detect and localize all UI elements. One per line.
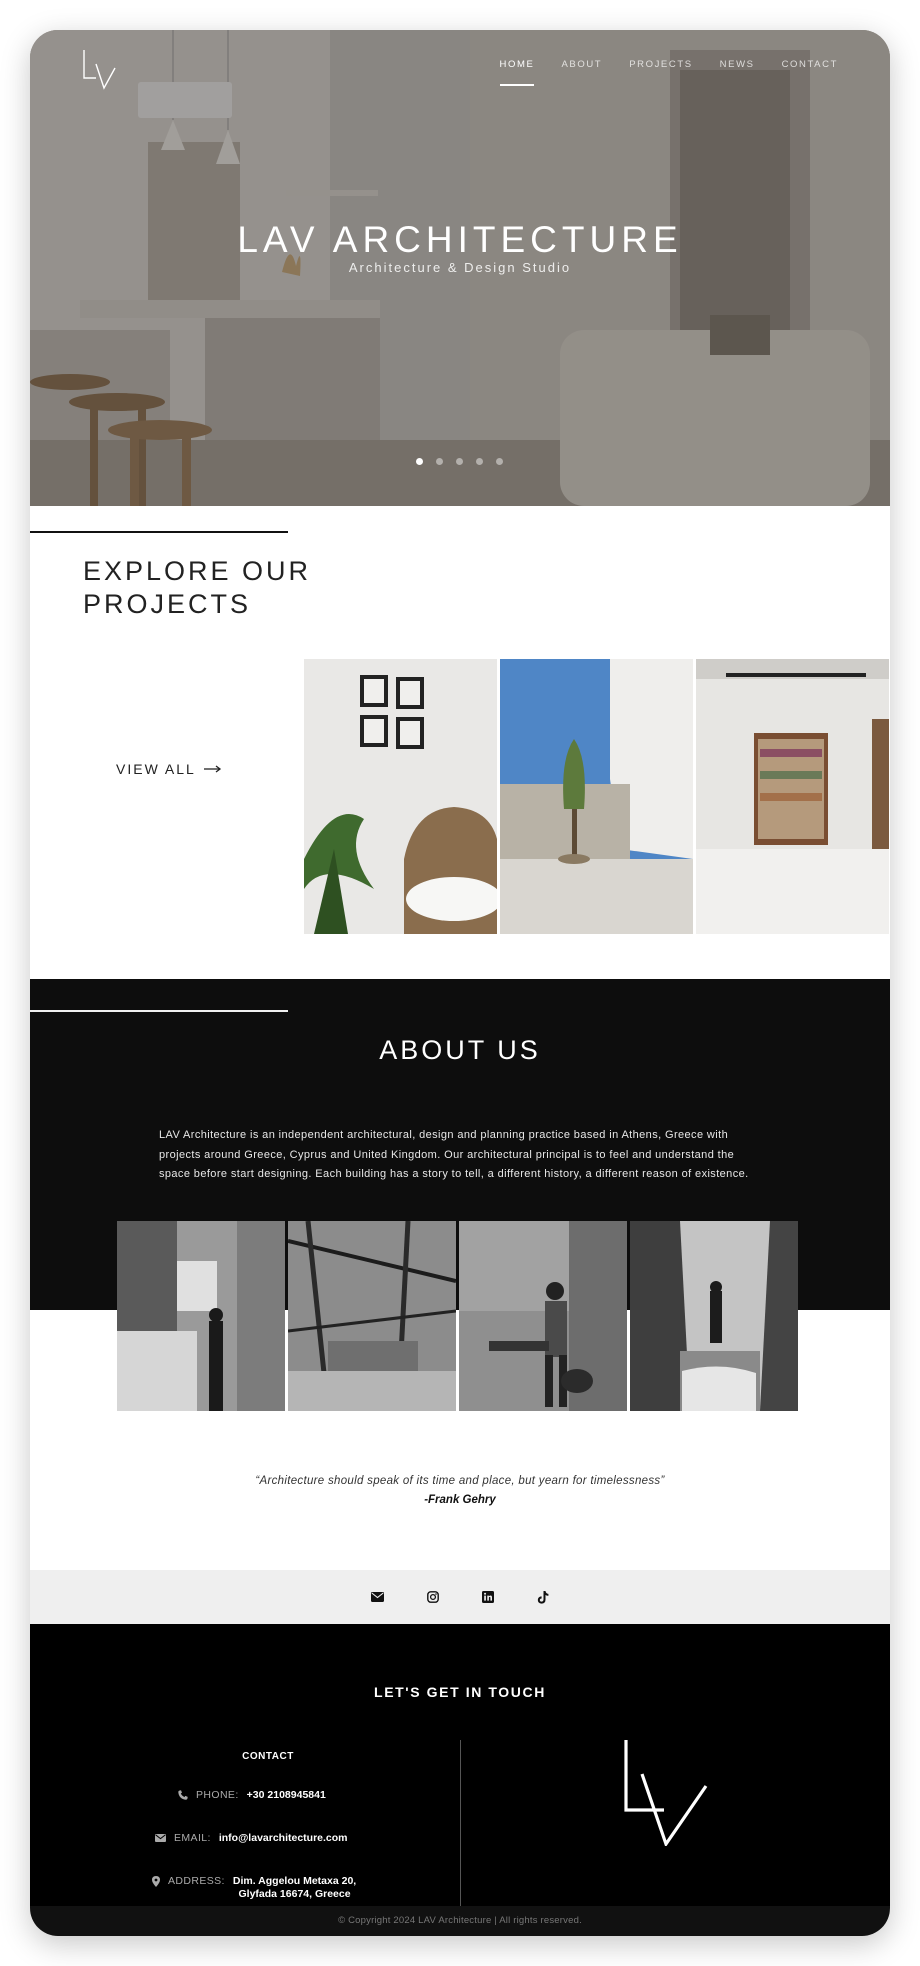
copyright-text: © Copyright 2024 LAV Architecture | All … bbox=[30, 1906, 890, 1936]
address-value: Dim. Aggelou Metaxa 20, Glyfada 16674, G… bbox=[233, 1875, 356, 1901]
gallery-photo-4 bbox=[630, 1221, 798, 1411]
section-divider bbox=[30, 531, 288, 533]
envelope-icon[interactable] bbox=[370, 1590, 385, 1605]
slide-dot-5[interactable] bbox=[496, 458, 503, 465]
about-gallery bbox=[117, 1221, 798, 1411]
slide-dot-4[interactable] bbox=[476, 458, 483, 465]
gallery-photo-3 bbox=[459, 1221, 627, 1411]
instagram-icon[interactable] bbox=[425, 1590, 440, 1605]
phone-label: PHONE: bbox=[196, 1789, 239, 1801]
quote-author: -Frank Gehry bbox=[424, 1494, 496, 1506]
project-thumbnails bbox=[304, 659, 889, 934]
email-value[interactable]: info@lavarchitecture.com bbox=[219, 1832, 348, 1844]
slide-dot-3[interactable] bbox=[456, 458, 463, 465]
envelope-icon bbox=[155, 1834, 166, 1842]
email-label: EMAIL: bbox=[174, 1832, 211, 1844]
nav-item-home[interactable]: HOME bbox=[499, 59, 535, 86]
footer-divider bbox=[460, 1740, 461, 1916]
slider-dots bbox=[416, 458, 503, 465]
footer-heading: LET'S GET IN TOUCH bbox=[374, 1684, 546, 1700]
tiktok-icon[interactable] bbox=[535, 1590, 550, 1605]
nav-item-about[interactable]: ABOUT bbox=[561, 59, 602, 86]
project-thumbnail-1[interactable] bbox=[304, 659, 497, 934]
contact-phone-row: PHONE: +30 2108945841 bbox=[178, 1789, 326, 1801]
hero-title: LAV ARCHITECTURE bbox=[237, 219, 683, 260]
project-thumbnail-2[interactable] bbox=[500, 659, 693, 934]
map-pin-icon bbox=[152, 1876, 160, 1887]
social-bar bbox=[30, 1570, 890, 1624]
address-label: ADDRESS: bbox=[168, 1875, 225, 1887]
explore-title: EXPLORE OUR PROJECTS bbox=[83, 555, 311, 621]
about-divider bbox=[30, 1010, 288, 1012]
slide-dot-1[interactable] bbox=[416, 458, 423, 465]
lav-logo-icon bbox=[624, 1740, 708, 1846]
project-thumbnail-3[interactable] bbox=[696, 659, 889, 934]
lav-logo-icon[interactable] bbox=[82, 50, 118, 92]
slide-dot-2[interactable] bbox=[436, 458, 443, 465]
hero-section: HOME ABOUT PROJECTS NEWS CONTACT LAV ARC… bbox=[30, 30, 890, 506]
page-frame: HOME ABOUT PROJECTS NEWS CONTACT LAV ARC… bbox=[30, 30, 890, 1936]
about-text: LAV Architecture is an independent archi… bbox=[159, 1129, 749, 1180]
explore-title-line1: EXPLORE OUR bbox=[83, 556, 312, 586]
phone-icon bbox=[178, 1790, 188, 1800]
explore-title-line2: PROJECTS bbox=[83, 589, 252, 619]
main-nav: HOME ABOUT PROJECTS NEWS CONTACT bbox=[499, 59, 838, 86]
address-line2: Glyfada 16674, Greece bbox=[238, 1888, 351, 1900]
contact-heading: CONTACT bbox=[242, 1751, 294, 1762]
gallery-photo-2 bbox=[288, 1221, 456, 1411]
phone-value[interactable]: +30 2108945841 bbox=[247, 1789, 326, 1801]
contact-address-row: ADDRESS: Dim. Aggelou Metaxa 20, Glyfada… bbox=[152, 1875, 356, 1901]
hero-subtitle: Architecture & Design Studio bbox=[348, 260, 572, 275]
linkedin-icon[interactable] bbox=[480, 1590, 495, 1605]
contact-email-row: EMAIL: info@lavarchitecture.com bbox=[155, 1832, 348, 1844]
gallery-photo-1 bbox=[117, 1221, 285, 1411]
view-all-label: VIEW ALL bbox=[116, 761, 196, 777]
view-all-link[interactable]: VIEW ALL bbox=[116, 761, 222, 777]
nav-item-projects[interactable]: PROJECTS bbox=[629, 59, 692, 86]
address-line1: Dim. Aggelou Metaxa 20, bbox=[232, 1875, 357, 1887]
nav-item-news[interactable]: NEWS bbox=[720, 59, 755, 86]
about-title: ABOUT US bbox=[379, 1035, 541, 1065]
quote-text: “Architecture should speak of its time a… bbox=[255, 1475, 665, 1487]
arrow-right-icon bbox=[203, 765, 221, 773]
nav-item-contact[interactable]: CONTACT bbox=[782, 59, 838, 86]
